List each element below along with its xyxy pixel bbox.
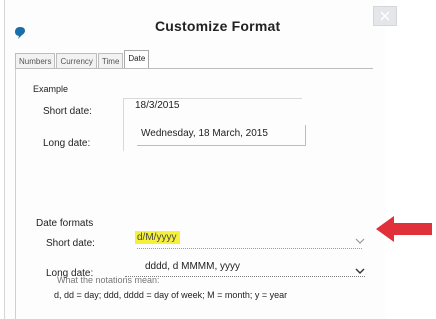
short-date-underline xyxy=(137,248,362,249)
long-date-format-dropdown[interactable]: dddd, d MMMM, yyyy xyxy=(125,258,365,277)
short-date-format-value: d/M/yyyy xyxy=(135,231,181,244)
red-arrow-icon xyxy=(374,214,434,244)
format-short-label: Short date: xyxy=(46,238,95,249)
app-logo-icon xyxy=(13,26,27,40)
notations-heading: What the notations mean: xyxy=(57,275,160,285)
close-button[interactable] xyxy=(373,6,397,26)
example-long-label: Long date: xyxy=(43,138,91,149)
dialog-title: Customize Format xyxy=(155,18,281,34)
chevron-down-icon[interactable] xyxy=(355,262,365,280)
tab-time[interactable]: Time xyxy=(97,53,124,68)
close-icon xyxy=(380,11,390,21)
customize-format-dialog: Customize Format Numbers Currency Time D… xyxy=(4,0,397,319)
long-date-format-value: dddd, d MMMM, yyyy xyxy=(145,261,241,272)
tab-numbers[interactable]: Numbers xyxy=(15,53,56,68)
example-short-value: 18/3/2015 xyxy=(135,100,180,111)
example-long-value: Wednesday, 18 March, 2015 xyxy=(141,128,268,139)
tab-strip: Numbers Currency Time Date xyxy=(15,50,150,68)
tab-currency[interactable]: Currency xyxy=(56,53,97,68)
date-formats-heading: Date formats xyxy=(36,218,94,229)
tab-date[interactable]: Date xyxy=(124,50,150,68)
short-date-format-dropdown[interactable]: d/M/yyyy xyxy=(125,228,365,246)
example-short-label: Short date: xyxy=(43,106,92,117)
example-heading: Example xyxy=(33,84,69,94)
notations-text: d, dd = day; ddd, dddd = day of week; M … xyxy=(54,290,288,300)
title-bar: Customize Format xyxy=(5,0,397,44)
